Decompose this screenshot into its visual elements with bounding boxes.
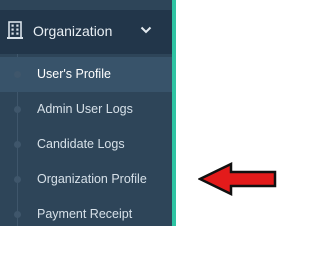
sidebar-item-label: Admin User Logs bbox=[37, 102, 133, 116]
bullet-dot-icon bbox=[14, 141, 21, 148]
sidebar-item-label: Payment Receipt bbox=[37, 207, 133, 221]
organization-submenu: User's Profile Admin User Logs Candidate… bbox=[0, 54, 172, 226]
sidebar-item-users-profile[interactable]: User's Profile bbox=[0, 57, 172, 92]
sidebar-item-organization-profile[interactable]: Organization Profile bbox=[0, 162, 172, 197]
sidebar-item-admin-user-logs[interactable]: Admin User Logs bbox=[0, 92, 172, 127]
sidebar: Organization User's Profile Admin User L… bbox=[0, 0, 176, 226]
sidebar-item-label: User's Profile bbox=[37, 67, 111, 81]
chevron-down-icon[interactable] bbox=[140, 25, 152, 35]
bullet-dot-icon bbox=[14, 71, 21, 78]
bullet-dot-icon bbox=[14, 106, 21, 113]
bullet-dot-icon bbox=[14, 211, 21, 218]
organization-menu-header[interactable]: Organization bbox=[0, 10, 172, 54]
sidebar-item-label: Candidate Logs bbox=[37, 137, 125, 151]
sidebar-item-label: Organization Profile bbox=[37, 172, 147, 186]
bullet-dot-icon bbox=[14, 176, 21, 183]
sidebar-item-candidate-logs[interactable]: Candidate Logs bbox=[0, 127, 172, 162]
organization-menu-label: Organization bbox=[33, 23, 113, 39]
red-arrow-icon bbox=[198, 162, 277, 196]
building-icon bbox=[7, 21, 23, 39]
sidebar-item-payment-receipt[interactable]: Payment Receipt bbox=[0, 197, 172, 232]
